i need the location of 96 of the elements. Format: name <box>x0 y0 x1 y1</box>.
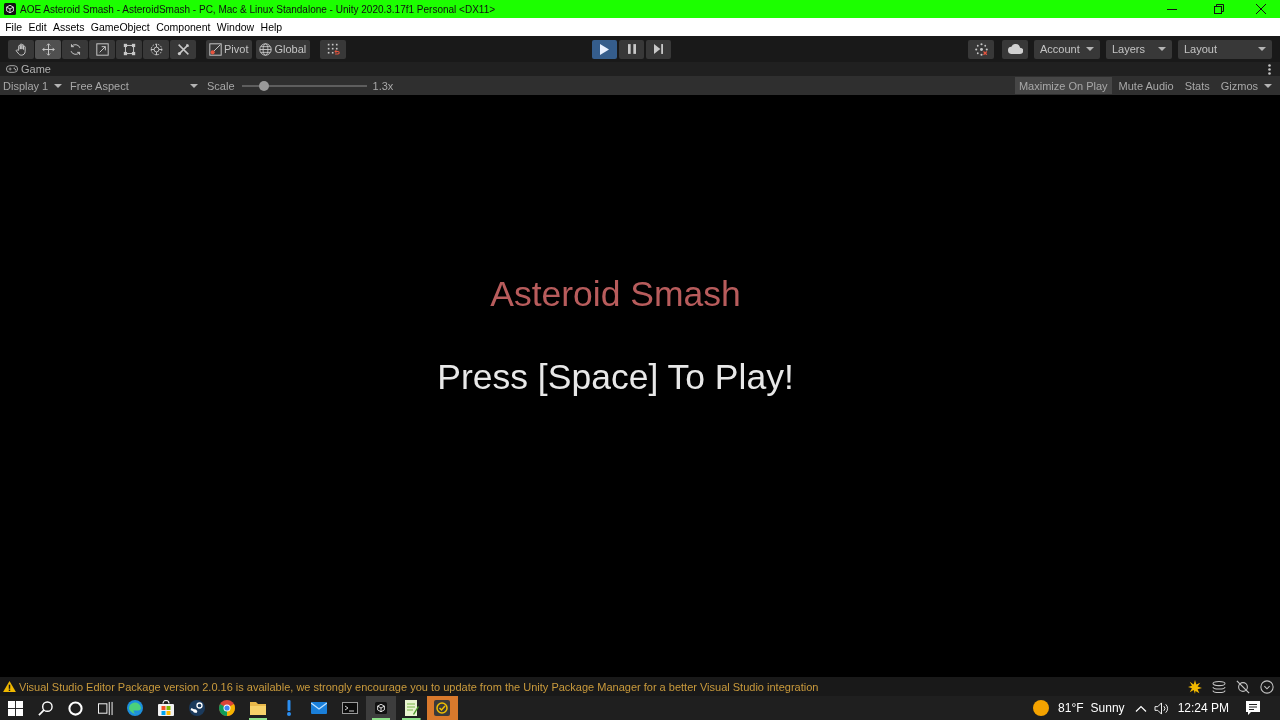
crossed-circle-icon[interactable] <box>1236 679 1250 694</box>
tool-button[interactable] <box>62 39 88 59</box>
menu-item[interactable]: GameObject <box>87 19 153 35</box>
cube-icon <box>374 702 387 714</box>
exclamation-icon <box>286 700 291 716</box>
hand-icon <box>14 42 28 56</box>
pivot-mode-button[interactable]: Pivot <box>206 39 253 59</box>
menu-item[interactable]: File <box>2 19 26 35</box>
console-message[interactable]: Visual Studio Editor Package version 2.0.16 is available, we strongly encourage you to update from the Unity Package Manager for a better Visual Studio integration <box>19 680 819 693</box>
grid-icon <box>326 42 340 56</box>
stack-icon[interactable] <box>1212 680 1226 693</box>
caret-icon <box>190 83 198 88</box>
grid-snap-button[interactable] <box>320 39 347 59</box>
taskbar-app[interactable] <box>365 696 397 720</box>
menu-item[interactable]: Assets <box>49 19 88 35</box>
caret-icon <box>1086 47 1094 51</box>
step-icon <box>654 44 664 54</box>
aspect-dropdown[interactable]: Free Aspect <box>66 77 201 94</box>
menu-item[interactable]: Component <box>153 19 214 35</box>
sun-icon[interactable] <box>1033 700 1050 716</box>
rotate-icon <box>68 42 82 56</box>
pause-icon <box>627 44 636 54</box>
temperature[interactable]: 81°F <box>1058 701 1084 715</box>
cube-icon <box>4 3 16 15</box>
game-tab[interactable]: Game <box>6 62 51 76</box>
play-button[interactable] <box>592 39 618 59</box>
checkmark-icon <box>434 700 451 716</box>
menu-item[interactable]: Edit <box>25 19 50 35</box>
shopping-bag-icon <box>158 700 175 716</box>
services-button[interactable] <box>968 39 994 59</box>
toggle-button[interactable]: Mute Audio <box>1114 77 1178 94</box>
rect-tool-icon <box>122 42 136 56</box>
starburst-icon[interactable] <box>1188 679 1202 694</box>
tool-button[interactable] <box>143 39 169 59</box>
toggle-button[interactable]: Maximize On Play <box>1014 77 1112 94</box>
globe-icon <box>259 42 273 56</box>
cloud-button[interactable] <box>1002 39 1028 59</box>
chevron-up-icon[interactable] <box>1134 704 1147 712</box>
speaker-icon[interactable] <box>1153 701 1169 715</box>
mail-icon <box>311 702 328 714</box>
toolbar-dropdown[interactable]: Layers <box>1106 39 1172 59</box>
caret-icon <box>54 83 62 88</box>
cloud-icon <box>1007 44 1023 54</box>
menu-item[interactable]: Window <box>213 19 258 35</box>
pivot-rotation-button[interactable]: Global <box>256 39 311 59</box>
dropdown-toggle[interactable]: Gizmos <box>1216 77 1276 94</box>
clock[interactable]: 12:24 PM <box>1177 701 1229 715</box>
pivot-icon <box>209 42 222 56</box>
scale-label: Scale <box>207 79 235 92</box>
browser-icon <box>219 700 236 716</box>
scale-reading: 1.3x <box>372 79 394 92</box>
tool-button[interactable] <box>35 39 61 59</box>
move-icon <box>41 42 55 56</box>
task-view-icon <box>97 700 113 716</box>
toolbar-dropdown[interactable]: Account <box>1034 39 1100 59</box>
display-dropdown[interactable]: Display 1 <box>0 77 65 94</box>
transform-icon <box>149 42 163 56</box>
slider-thumb[interactable] <box>259 80 270 91</box>
search-icon <box>37 700 53 716</box>
caret-icon <box>1158 47 1166 51</box>
toolbar-dropdown[interactable]: Layout <box>1178 39 1272 59</box>
step-button[interactable] <box>646 39 672 59</box>
play-prompt: Press [Space] To Play! <box>437 357 794 397</box>
folder-icon <box>250 701 267 715</box>
tool-button[interactable] <box>116 39 142 59</box>
more-button[interactable] <box>1268 63 1271 75</box>
notification-icon[interactable] <box>1245 700 1261 716</box>
start-icon <box>7 700 23 716</box>
scale-icon <box>95 42 109 56</box>
tool-button[interactable] <box>89 39 115 59</box>
tools-icon <box>176 42 190 56</box>
taskbar-app[interactable] <box>426 696 458 720</box>
browser-icon <box>127 700 144 716</box>
game-title: Asteroid Smash <box>490 274 741 314</box>
play-icon <box>600 43 610 55</box>
chevron-circle-icon[interactable] <box>1260 679 1274 694</box>
menu-item[interactable]: Help <box>257 19 286 35</box>
restore-icon <box>1213 4 1224 14</box>
warning-icon <box>3 681 16 692</box>
circle-icon <box>67 700 83 716</box>
dots-cross-icon <box>974 42 988 56</box>
tool-button[interactable] <box>8 39 34 59</box>
game-launcher-icon <box>188 700 205 716</box>
gamepad-icon <box>6 65 18 73</box>
weather-condition[interactable]: Sunny <box>1090 701 1125 715</box>
notepad-icon <box>404 700 419 716</box>
window-title: AOE Asteroid Smash - AsteroidSmash - PC, Mac & Linux Standalone - Unity 2020.3.17f1 Personal <DX11> <box>20 3 496 15</box>
caret-icon <box>1264 83 1272 88</box>
caret-icon <box>1258 47 1266 51</box>
terminal-icon <box>342 702 359 714</box>
minimize-icon <box>1166 8 1177 10</box>
kebab-menu-icon <box>1268 63 1271 75</box>
close-icon <box>1256 4 1266 14</box>
tool-button[interactable] <box>170 39 196 59</box>
pause-button[interactable] <box>619 39 645 59</box>
toggle-button[interactable]: Stats <box>1180 77 1214 94</box>
